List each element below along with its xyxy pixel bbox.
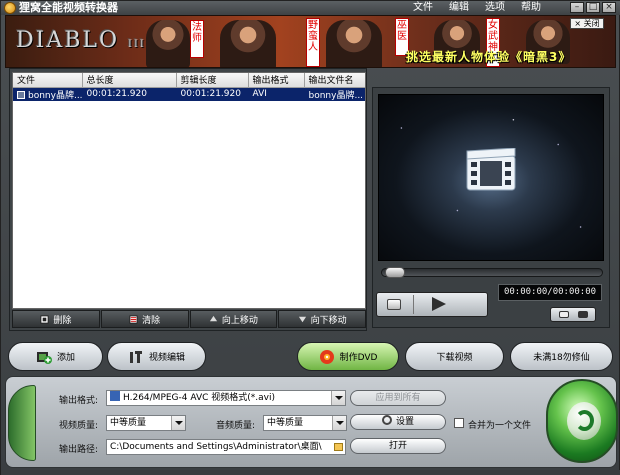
close-icon[interactable]: × xyxy=(602,2,616,13)
stop-button[interactable] xyxy=(387,299,401,310)
audio-quality-label: 音频质量: xyxy=(216,421,256,431)
delete-button[interactable]: 删除 xyxy=(12,310,100,328)
table-row[interactable]: bonny晶牌... 00:01:21.920 00:01:21.920 AVI… xyxy=(13,87,365,101)
ad-banner[interactable]: DIABLO III 法师 野蛮人 巫医 女武神 × 关闭 挑选最新人物体验《暗… xyxy=(5,15,616,68)
file-list[interactable]: 文件 总长度 剪辑长度 输出格式 输出文件名 bonny晶牌... 00:01:… xyxy=(12,72,366,309)
menu-edit[interactable]: 编辑 xyxy=(441,1,477,15)
menu-bar: 文件 编辑 选项 帮助 xyxy=(405,1,549,15)
banner-close-button[interactable]: × 关闭 xyxy=(570,18,604,29)
play-button[interactable] xyxy=(432,297,446,311)
row-checkbox[interactable] xyxy=(17,90,25,99)
col-file[interactable]: 文件 xyxy=(13,73,83,88)
move-down-button[interactable]: 向下移动 xyxy=(278,310,366,328)
title-bar: 狸窝全能视频转换器 文件 编辑 选项 帮助 – □ × xyxy=(1,1,620,15)
seek-slider[interactable] xyxy=(381,267,603,278)
banner-figure xyxy=(326,20,382,67)
menu-file[interactable]: 文件 xyxy=(405,1,441,15)
dvd-icon xyxy=(319,349,334,364)
cell-format: AVI xyxy=(248,87,305,101)
cell-total-length: 00:01:21.920 xyxy=(82,87,177,101)
app-logo-icon xyxy=(4,2,16,14)
apply-to-all-button[interactable]: 应用到所有 xyxy=(350,390,446,406)
menu-help[interactable]: 帮助 xyxy=(513,1,549,15)
snapshot-controls xyxy=(550,307,596,322)
add-button[interactable]: 添加 xyxy=(8,342,103,371)
film-clapper-icon xyxy=(466,148,516,191)
convert-button[interactable] xyxy=(546,379,618,463)
merge-checkbox[interactable] xyxy=(454,418,464,428)
up-arrow-icon xyxy=(209,315,217,321)
folder-icon[interactable] xyxy=(578,311,588,318)
preview-screen xyxy=(378,94,604,261)
minimize-icon[interactable]: – xyxy=(570,2,584,13)
clear-icon xyxy=(129,314,138,324)
output-path-field[interactable]: C:\Documents and Settings\Administrator\… xyxy=(106,439,346,455)
output-format-label: 输出格式: xyxy=(59,396,99,406)
banner-promo-text: 挑选最新人物体验《暗黑3》 xyxy=(406,50,572,64)
col-total-length[interactable]: 总长度 xyxy=(82,73,177,88)
clear-button[interactable]: 清除 xyxy=(100,310,189,328)
gear-icon xyxy=(381,415,392,425)
video-quality-select[interactable]: 中等质量 xyxy=(106,415,186,431)
merge-label: 合并为一个文件 xyxy=(468,421,532,431)
playback-controls xyxy=(376,292,488,317)
delete-icon xyxy=(40,314,49,324)
output-settings-panel: 输出格式: H.264/MPEG-4 AVC 视频格式(*.avi) 应用到所有… xyxy=(5,376,618,468)
col-output-filename[interactable]: 输出文件名 xyxy=(304,73,365,88)
audio-quality-select[interactable]: 中等质量 xyxy=(263,415,347,431)
menu-options[interactable]: 选项 xyxy=(477,1,513,15)
make-dvd-button[interactable]: 制作DVD xyxy=(297,342,399,371)
tools-icon xyxy=(129,350,142,363)
refresh-arrow-icon xyxy=(575,410,594,431)
chevron-down-icon xyxy=(171,416,185,430)
banner-figure xyxy=(146,20,190,67)
chevron-down-icon xyxy=(332,416,346,430)
add-video-icon xyxy=(36,351,52,364)
list-action-bar: 删除 清除 向上移动 向下移动 xyxy=(12,310,366,328)
move-up-button[interactable]: 向上移动 xyxy=(189,310,278,328)
app-window: 狸窝全能视频转换器 文件 编辑 选项 帮助 – □ × DIABLO III 法… xyxy=(0,0,620,475)
file-list-panel: 文件 总长度 剪辑长度 输出格式 输出文件名 bonny晶牌... 00:01:… xyxy=(9,68,367,331)
chevron-down-icon xyxy=(331,391,345,405)
snapshot-icon[interactable] xyxy=(559,311,569,318)
banner-figure xyxy=(220,20,276,67)
col-clip-length[interactable]: 剪辑长度 xyxy=(176,73,249,88)
preview-panel: 00:00:00/00:00:00 xyxy=(372,87,610,328)
status-bar xyxy=(1,470,620,475)
app-title: 狸窝全能视频转换器 xyxy=(19,1,118,14)
format-icon xyxy=(110,391,120,401)
output-path-label: 输出路径: xyxy=(59,445,99,455)
settings-button[interactable]: 设置 xyxy=(350,414,446,430)
folder-icon[interactable] xyxy=(334,443,343,451)
cell-output-name: bonny晶牌... xyxy=(304,87,365,101)
promo-button[interactable]: 未满18勿修仙 xyxy=(510,342,613,371)
video-quality-label: 视频质量: xyxy=(59,421,99,431)
col-output-format[interactable]: 输出格式 xyxy=(248,73,305,88)
time-display: 00:00:00/00:00:00 xyxy=(498,284,602,301)
cell-clip-length: 00:01:21.920 xyxy=(176,87,249,101)
download-video-button[interactable]: 下载视频 xyxy=(405,342,504,371)
maximize-icon[interactable]: □ xyxy=(586,2,600,13)
panel-toggle-button[interactable] xyxy=(8,385,36,461)
banner-tag-barbarian[interactable]: 野蛮人 xyxy=(306,18,320,67)
down-arrow-icon xyxy=(298,316,306,322)
output-format-select[interactable]: H.264/MPEG-4 AVC 视频格式(*.avi) xyxy=(106,390,346,406)
seek-handle[interactable] xyxy=(385,267,405,278)
video-edit-button[interactable]: 视频编辑 xyxy=(107,342,206,371)
open-button[interactable]: 打开 xyxy=(350,438,446,454)
banner-tag-mage[interactable]: 法师 xyxy=(190,20,204,58)
cell-filename: bonny晶牌... xyxy=(13,87,83,101)
banner-logo: DIABLO III xyxy=(16,28,146,53)
